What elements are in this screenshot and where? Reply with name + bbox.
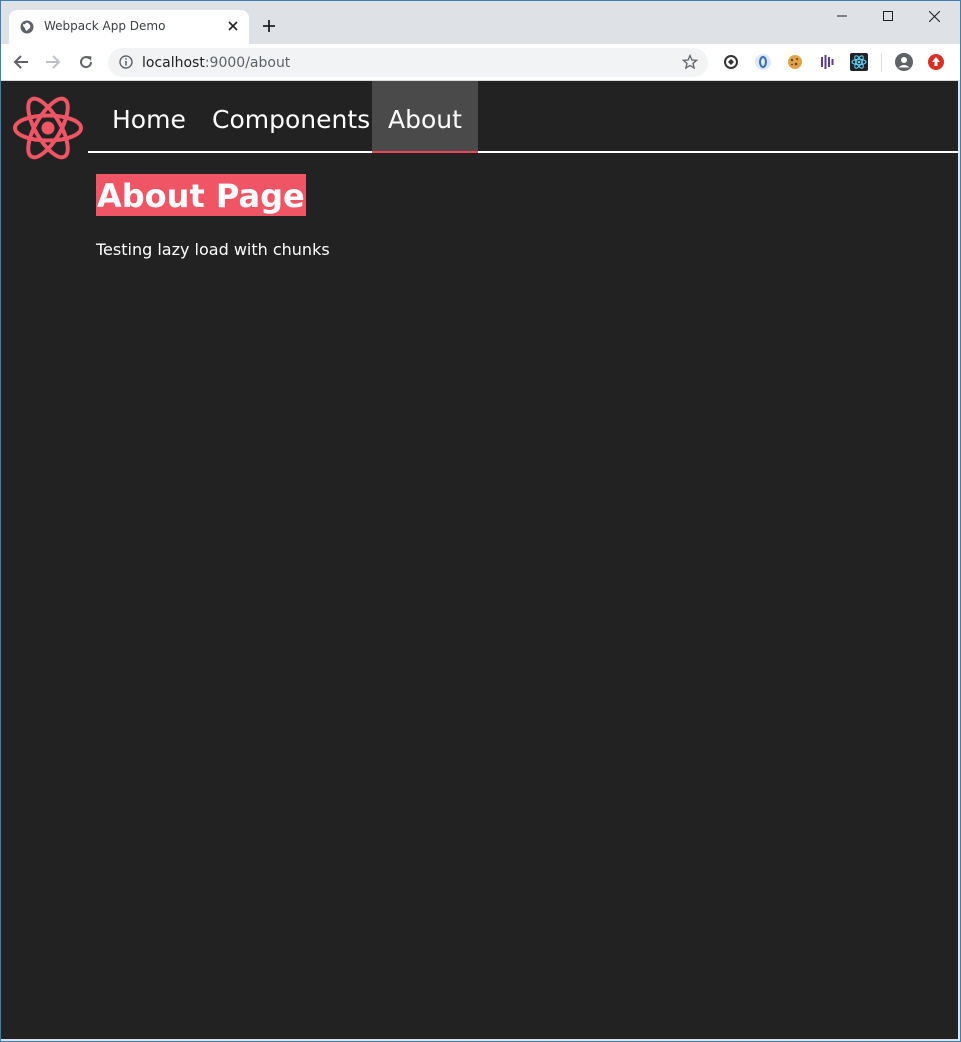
reload-icon[interactable]: [76, 52, 96, 72]
close-tab-icon[interactable]: [225, 18, 241, 34]
back-arrow-icon[interactable]: [11, 52, 31, 72]
bars-extension-icon[interactable]: [818, 53, 836, 71]
nav-components[interactable]: Components: [196, 81, 386, 151]
browser-toolbar: localhost:9000/about: [1, 44, 960, 81]
minimize-icon[interactable]: [819, 1, 865, 31]
update-arrow-icon[interactable]: [927, 53, 945, 71]
cookie-extension-icon[interactable]: [786, 53, 804, 71]
maximize-icon[interactable]: [865, 1, 911, 31]
react-devtools-icon[interactable]: [850, 53, 868, 71]
url-host: localhost: [142, 55, 205, 71]
url-path: :9000/about: [204, 55, 291, 71]
close-window-icon[interactable]: [911, 1, 957, 31]
opera-extension-icon[interactable]: [754, 53, 772, 71]
tab-strip: Webpack App Demo: [1, 1, 960, 44]
info-icon[interactable]: [119, 55, 133, 69]
page-title: About Page: [96, 174, 306, 216]
globe-icon: [20, 20, 34, 34]
new-tab-button[interactable]: [259, 16, 279, 36]
address-bar[interactable]: localhost:9000/about: [108, 48, 708, 77]
browser-window: Webpack App Demo localhost:9000/about Ho…: [0, 0, 961, 1042]
tab-title: Webpack App Demo: [44, 19, 166, 33]
toolbar-separator: [881, 54, 882, 72]
sync-extension-icon[interactable]: [722, 53, 740, 71]
forward-arrow-icon[interactable]: [43, 52, 63, 72]
page-description: Testing lazy load with chunks: [96, 240, 330, 259]
nav-about[interactable]: About: [372, 81, 478, 153]
url-text: localhost:9000/about: [142, 55, 290, 71]
page-viewport: Home Components About About Page Testing…: [1, 81, 958, 1039]
browser-tab[interactable]: Webpack App Demo: [9, 10, 249, 44]
profile-avatar-icon[interactable]: [895, 53, 913, 71]
main-nav: Home Components About: [88, 81, 958, 153]
nav-home[interactable]: Home: [96, 81, 202, 151]
react-logo-icon[interactable]: [12, 95, 84, 161]
bookmark-star-icon[interactable]: [681, 53, 699, 70]
